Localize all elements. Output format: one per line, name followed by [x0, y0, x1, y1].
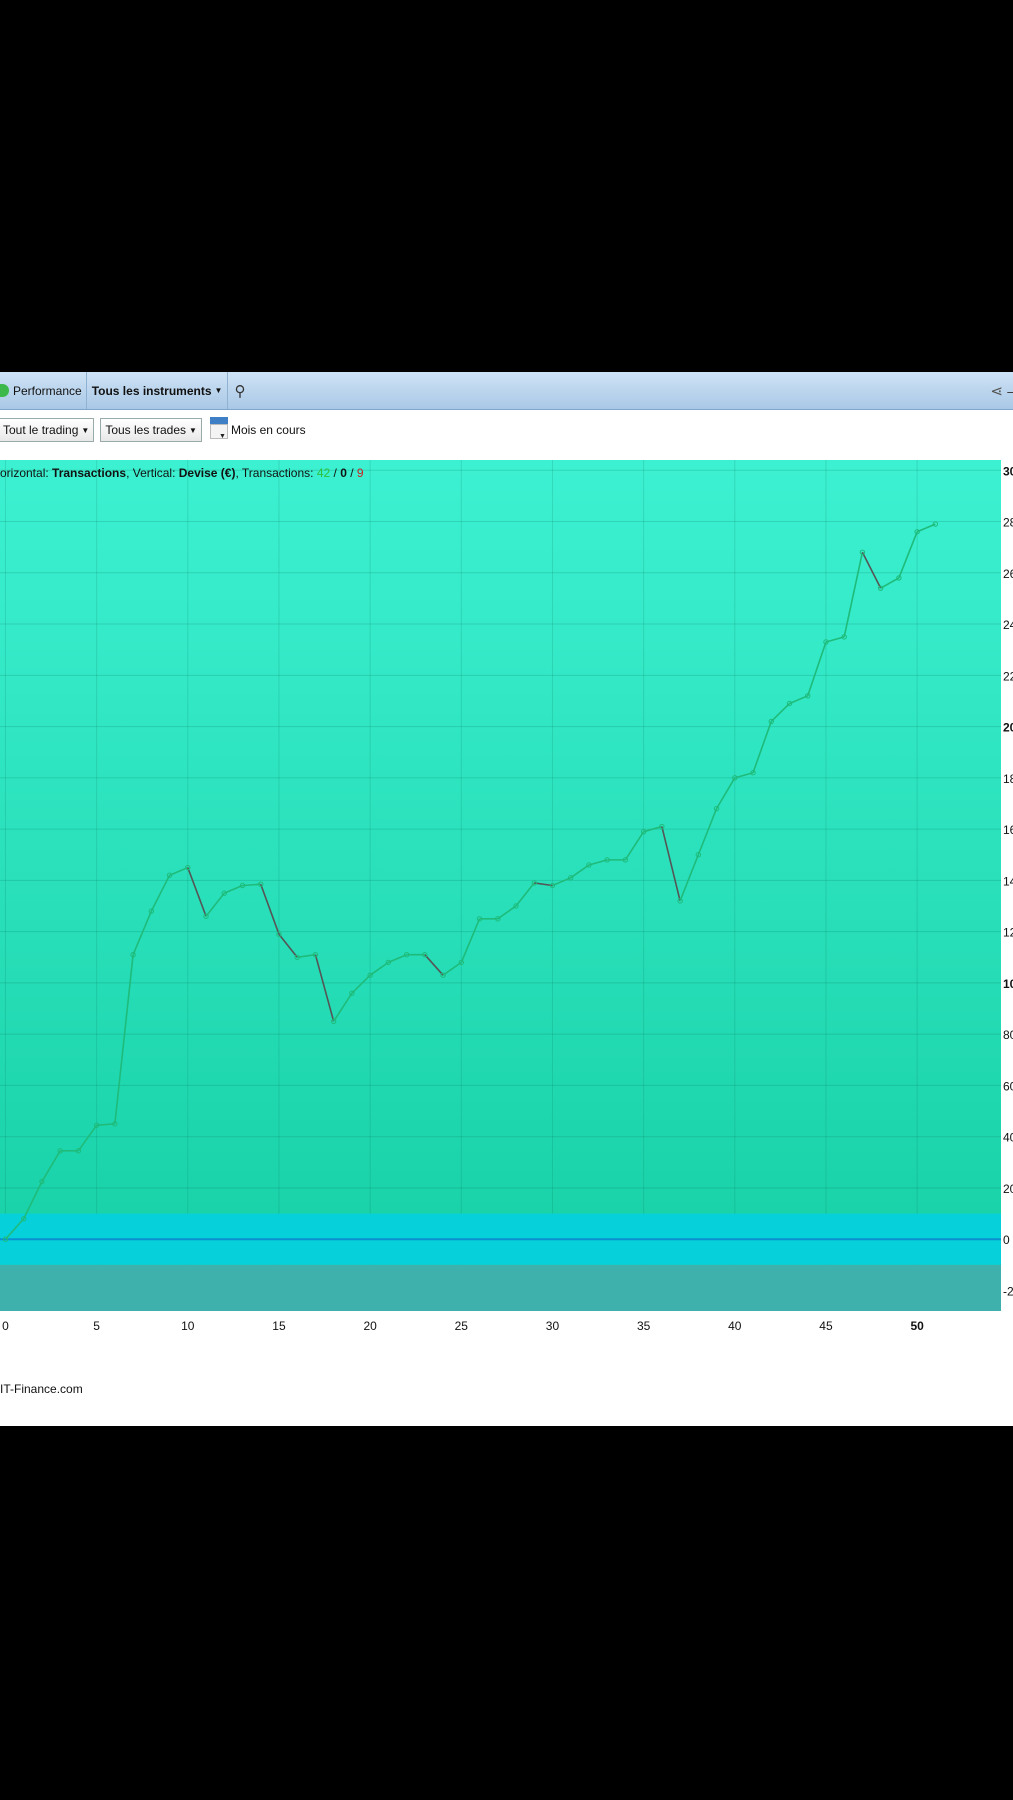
y-tick-label: 22 [1003, 669, 1013, 683]
x-tick-label: 35 [637, 1319, 651, 1333]
x-tick-label: 30 [546, 1319, 560, 1333]
y-tick-label: 14 [1003, 874, 1013, 888]
x-tick-label: 50 [910, 1319, 924, 1333]
y-tick-label: 60 [1003, 1079, 1013, 1093]
x-tick-label: 0 [2, 1319, 9, 1333]
y-tick-label: 10 [1003, 977, 1013, 991]
count-loss: 9 [357, 466, 364, 480]
y-tick-label: 18 [1003, 772, 1013, 786]
x-axis-area [0, 1311, 1013, 1426]
y-tick-label: 30 [1003, 464, 1013, 478]
app-window: Performance Tous les instruments ▼ ⚲ ⋖ –… [0, 372, 1013, 1426]
info-mid2: , Transactions: [235, 466, 316, 480]
equity-chart: 0 5 10 15 20 25 30 35 40 45 50 -2 0 20 40 60 80 10 12 14 16 1… [0, 460, 1013, 1426]
info-sep: / [347, 466, 357, 480]
x-tick-label: 15 [272, 1319, 286, 1333]
x-tick-label: 20 [363, 1319, 377, 1333]
y-tick-label: -2 [1003, 1284, 1013, 1298]
y-tick-label: 24 [1003, 618, 1013, 632]
y-tick-label: 20 [1003, 1182, 1013, 1196]
chart-info-line: orizontal: Transactions, Vertical: Devis… [0, 466, 364, 480]
y-tick-label: 28 [1003, 516, 1013, 530]
info-mid: , Vertical: [126, 466, 179, 480]
info-sep: / [330, 466, 340, 480]
y-tick-label: 16 [1003, 823, 1013, 837]
info-prefix: orizontal: [0, 466, 52, 480]
info-horizontal: Transactions [52, 466, 126, 480]
watermark: IT-Finance.com [0, 1382, 83, 1396]
y-tick-label: 80 [1003, 1028, 1013, 1042]
y-tick-label: 12 [1003, 926, 1013, 940]
y-tick-label: 26 [1003, 567, 1013, 581]
negative-zone [0, 1264, 1001, 1311]
x-tick-label: 45 [819, 1319, 833, 1333]
plot-area[interactable] [0, 460, 1001, 1311]
count-win: 42 [317, 466, 331, 480]
y-tick-label: 20 [1003, 721, 1013, 735]
y-tick-label: 40 [1003, 1131, 1013, 1145]
y-tick-label: 0 [1003, 1233, 1010, 1247]
info-vertical: Devise (€) [179, 466, 236, 480]
x-tick-label: 10 [181, 1319, 195, 1333]
x-tick-label: 5 [93, 1319, 100, 1333]
x-tick-label: 40 [728, 1319, 742, 1333]
x-tick-label: 25 [455, 1319, 469, 1333]
